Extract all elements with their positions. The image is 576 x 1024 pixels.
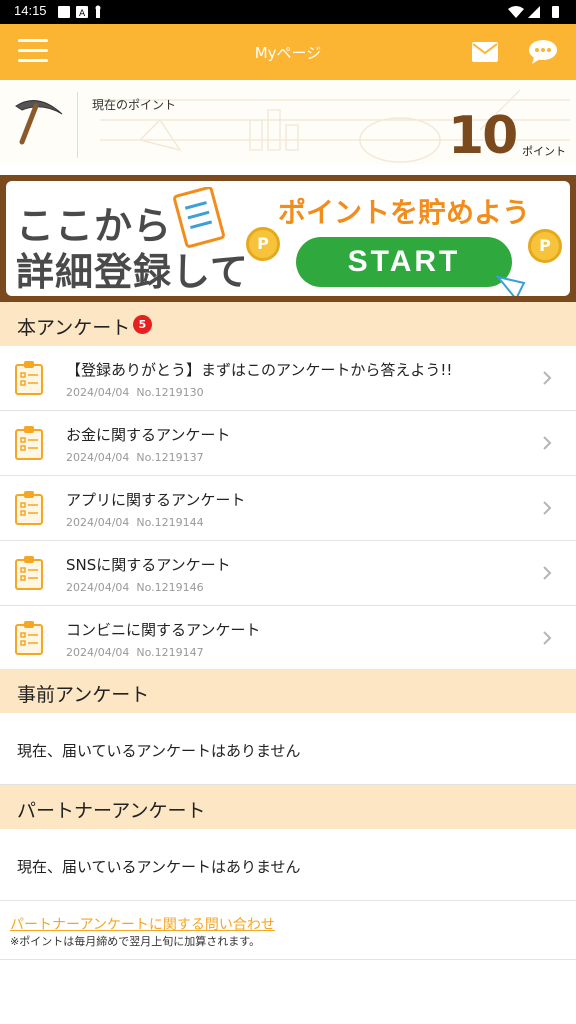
pointer-icon [495, 275, 526, 296]
survey-meta: 2024/04/04 No.1219144 [66, 516, 204, 529]
main-surveys-header: 本アンケート 5 [0, 302, 576, 346]
points-panel: 現在のポイント 10 ポイント [0, 80, 576, 164]
survey-clipboard-icon [15, 556, 43, 590]
clipboard-illustration [173, 187, 225, 248]
count-badge: 5 [133, 315, 152, 334]
chevron-right-icon [543, 566, 552, 580]
survey-meta: 2024/04/04 No.1219137 [66, 451, 204, 464]
survey-clipboard-icon [15, 426, 43, 460]
survey-number: No.1219146 [136, 581, 204, 594]
footer-divider [0, 959, 576, 960]
pre-surveys-empty: 現在、届いているアンケートはありません [0, 713, 576, 785]
survey-clipboard-icon [15, 491, 43, 525]
survey-row[interactable]: コンビニに関するアンケート 2024/04/04 No.1219147 [0, 606, 576, 671]
partner-inquiry-link[interactable]: パートナーアンケートに関する問い合わせ [10, 914, 275, 934]
survey-number: No.1219137 [136, 451, 204, 464]
survey-clipboard-icon [15, 621, 43, 655]
chevron-right-icon [543, 436, 552, 450]
banner-inner: ここから 詳細登録して ポイントを貯めよう P P START [6, 181, 570, 296]
mail-icon[interactable] [472, 42, 498, 62]
points-value: 10 [448, 106, 518, 164]
coin-icon: P [528, 229, 562, 263]
survey-title: お金に関するアンケート [66, 426, 231, 444]
empty-message: 現在、届いているアンケートはありません [17, 858, 301, 876]
section-title: 本アンケート [17, 317, 131, 339]
system-icons [508, 6, 559, 18]
survey-date: 2024/04/04 [66, 386, 130, 399]
empty-message: 現在、届いているアンケートはありません [17, 742, 301, 760]
points-divider [77, 92, 78, 158]
app-bar: Myページ [0, 24, 576, 80]
notification-icons: A [58, 5, 101, 19]
survey-row[interactable]: 【登録ありがとう】まずはこのアンケートから答えよう!! 2024/04/04 No… [0, 346, 576, 411]
chevron-right-icon [543, 371, 552, 385]
banner-headline: ポイントを貯めよう [278, 196, 531, 229]
chat-icon[interactable] [528, 39, 558, 65]
survey-meta: 2024/04/04 No.1219147 [66, 646, 204, 659]
survey-date: 2024/04/04 [66, 451, 130, 464]
partner-surveys-header: パートナーアンケート [0, 785, 576, 829]
partner-surveys-empty: 現在、届いているアンケートはありません [0, 829, 576, 901]
survey-title: アプリに関するアンケート [66, 491, 246, 509]
survey-meta: 2024/04/04 No.1219130 [66, 386, 204, 399]
status-time: 14:15 [14, 3, 47, 18]
survey-meta: 2024/04/04 No.1219146 [66, 581, 204, 594]
survey-clipboard-icon [15, 361, 43, 395]
coin-icon: P [246, 227, 280, 261]
survey-date: 2024/04/04 [66, 516, 130, 529]
survey-title: SNSに関するアンケート [66, 556, 231, 574]
svg-text:A: A [79, 9, 86, 19]
survey-number: No.1219147 [136, 646, 204, 659]
registration-banner[interactable]: ここから 詳細登録して ポイントを貯めよう P P START [0, 175, 576, 302]
section-title: パートナーアンケート [17, 800, 206, 822]
section-title: 事前アンケート [17, 684, 150, 706]
pre-surveys-header: 事前アンケート [0, 669, 576, 713]
points-note: ※ポイントは毎月締めで翌月上旬に加算されます。 [10, 935, 261, 948]
points-unit: ポイント [522, 145, 566, 158]
survey-row[interactable]: お金に関するアンケート 2024/04/04 No.1219137 [0, 411, 576, 476]
status-bar: 14:15 A [0, 0, 576, 24]
survey-number: No.1219144 [136, 516, 204, 529]
survey-row[interactable]: SNSに関するアンケート 2024/04/04 No.1219146 [0, 541, 576, 606]
survey-number: No.1219130 [136, 386, 204, 399]
survey-row[interactable]: アプリに関するアンケート 2024/04/04 No.1219144 [0, 476, 576, 541]
survey-title: 【登録ありがとう】まずはこのアンケートから答えよう!! [66, 361, 453, 379]
start-button[interactable]: START [296, 237, 512, 287]
survey-date: 2024/04/04 [66, 646, 130, 659]
survey-title: コンビニに関するアンケート [66, 621, 261, 639]
chevron-right-icon [543, 501, 552, 515]
chevron-right-icon [543, 631, 552, 645]
points-label: 現在のポイント [92, 98, 177, 112]
survey-date: 2024/04/04 [66, 581, 130, 594]
pickaxe-icon [15, 100, 63, 145]
